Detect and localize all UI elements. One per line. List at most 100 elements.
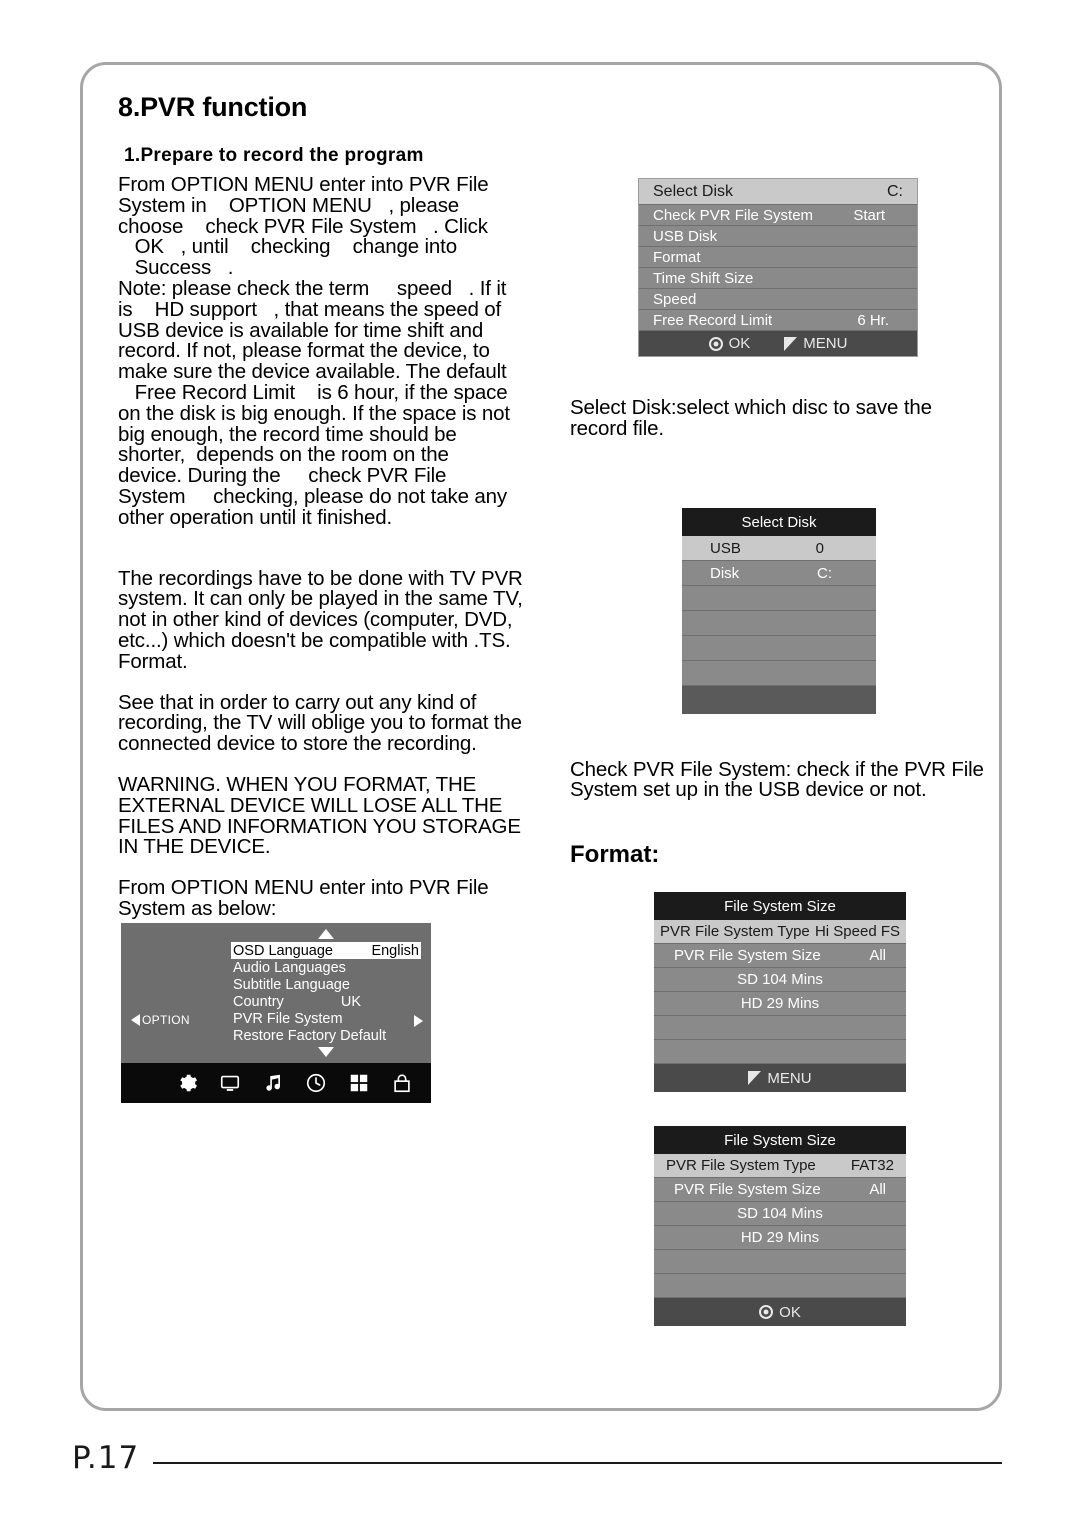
fss-row-sd-duration: SD 104 Mins — [654, 968, 906, 992]
page-title: 8.PVR function — [118, 92, 308, 122]
fss-panel-footer: OK — [654, 1298, 906, 1326]
osd-menu-item-pvr-file-system[interactable]: PVR File System — [231, 1010, 421, 1027]
row-label: Disk — [710, 564, 740, 582]
pvr-panel-footer: OK MENU — [639, 331, 917, 356]
pvr-panel-row-free-record-limit[interactable]: Free Record Limit 6 Hr. — [639, 310, 917, 331]
paragraph-recordings: The recordings have to be done with TV P… — [118, 566, 523, 673]
row-label: USB Disk — [653, 227, 718, 245]
osd-menu-item-audio-languages[interactable]: Audio Languages — [231, 959, 421, 976]
select-disk-popup-title: Select Disk — [682, 508, 876, 536]
fss-row-file-system-type[interactable]: PVR File System Type FAT32 — [654, 1154, 906, 1178]
row-label: HD 29 Mins — [740, 1229, 820, 1246]
fss-row-sd-duration: SD 104 Mins — [654, 1202, 906, 1226]
osd-option-tag: OPTION — [131, 1013, 190, 1027]
ok-button-label: OK — [779, 1303, 801, 1321]
pvr-file-system-panel: Select Disk C: Check PVR File System Sta… — [638, 178, 918, 357]
row-label: USB — [710, 539, 741, 557]
row-value: FAT32 — [850, 1157, 894, 1174]
row-value: 0 — [815, 539, 824, 557]
osd-menu-item-value: UK — [340, 993, 361, 1010]
lock-icon[interactable] — [390, 1071, 414, 1095]
osd-menu-item-country[interactable]: Country UK — [231, 993, 421, 1010]
osd-option-tag-label: OPTION — [142, 1013, 190, 1027]
select-disk-row-empty[interactable] — [682, 636, 876, 661]
row-value: All — [869, 947, 886, 964]
row-label: PVR File System Size — [674, 947, 821, 964]
row-label: PVR File System Type — [660, 923, 810, 940]
paragraph-format-oblige: See that in order to carry out any kind … — [118, 690, 522, 756]
select-disk-row-empty[interactable] — [682, 586, 876, 611]
row-label: Time Shift Size — [653, 269, 754, 287]
row-label: SD 104 Mins — [737, 971, 823, 988]
menu-button[interactable]: MENU — [784, 335, 847, 352]
fss-row-empty — [654, 1040, 906, 1064]
select-disk-row-empty[interactable] — [682, 611, 876, 636]
caret-down-icon — [318, 1047, 334, 1057]
monitor-icon[interactable] — [218, 1071, 242, 1095]
gear-icon[interactable] — [175, 1071, 199, 1095]
osd-icon-bar — [121, 1063, 431, 1103]
osd-menu-list: OSD Language English Audio Languages Sub… — [231, 929, 421, 1057]
select-disk-popup-footer — [682, 686, 876, 714]
caret-up-icon — [318, 929, 334, 939]
pvr-panel-header-value: C: — [887, 182, 903, 200]
pvr-panel-row-check-pvr-file-system[interactable]: Check PVR File System Start — [639, 205, 917, 226]
row-label: PVR File System Type — [666, 1157, 816, 1174]
page-number: P.17 — [72, 1440, 140, 1476]
left-column: 8.PVR function 1.Prepare to record the p… — [118, 92, 538, 920]
osd-menu-item-label: Subtitle Language — [233, 976, 350, 993]
pvr-panel-row-usb-disk[interactable]: USB Disk — [639, 226, 917, 247]
caption-select-disk: Select Disk:select which disc to save th… — [570, 396, 932, 440]
subsection-title: 1.Prepare to record the program — [124, 145, 424, 166]
row-label: Check PVR File System — [653, 206, 814, 224]
row-label: Speed — [653, 290, 697, 308]
osd-menu-item-label: PVR File System — [233, 1010, 343, 1027]
osd-menu-item-osd-language[interactable]: OSD Language English — [231, 942, 421, 959]
ok-icon — [759, 1305, 774, 1319]
fss-row-file-system-type[interactable]: PVR File System Type Hi Speed FS — [654, 920, 906, 944]
select-disk-popup: Select Disk USB 0 Disk C: — [682, 508, 876, 714]
row-label: SD 104 Mins — [737, 1205, 823, 1222]
pvr-panel-row-speed[interactable]: Speed — [639, 289, 917, 310]
fss-row-file-system-size[interactable]: PVR File System Size All — [654, 944, 906, 968]
fss-panel-footer: MENU — [654, 1064, 906, 1092]
select-disk-row-empty[interactable] — [682, 661, 876, 686]
select-disk-row-disk[interactable]: Disk C: — [682, 561, 876, 586]
fss-row-empty — [654, 1016, 906, 1040]
ok-button[interactable]: OK — [759, 1304, 801, 1321]
menu-button-label: MENU — [767, 1069, 812, 1087]
ok-button[interactable]: OK — [708, 335, 750, 352]
fss-row-hd-duration: HD 29 Mins — [654, 992, 906, 1016]
fss-row-empty — [654, 1250, 906, 1274]
pvr-panel-header-select-disk[interactable]: Select Disk C: — [639, 179, 917, 205]
row-label: Format — [653, 248, 701, 266]
select-disk-row-usb[interactable]: USB 0 — [682, 536, 876, 561]
caption-check-pvr-file-system: Check PVR File System: check if the PVR … — [570, 757, 984, 802]
music-note-icon[interactable] — [261, 1071, 285, 1095]
chevron-left-icon — [131, 1014, 140, 1026]
fss-row-hd-duration: HD 29 Mins — [654, 1226, 906, 1250]
paragraph-from-option-menu: From OPTION MENU enter into PVR File Sys… — [118, 876, 489, 920]
osd-menu-item-label: Restore Factory Default — [233, 1027, 387, 1044]
fss-row-empty — [654, 1274, 906, 1298]
row-value: 6 Hr. — [857, 311, 889, 329]
clock-icon[interactable] — [304, 1071, 328, 1095]
panel-title: File System Size — [654, 1126, 906, 1154]
pvr-panel-row-format[interactable]: Format — [639, 247, 917, 268]
osd-menu-item-label: OSD Language — [233, 942, 333, 959]
file-system-size-panel-fat32: File System Size PVR File System Type FA… — [654, 1126, 906, 1326]
pvr-panel-row-time-shift-size[interactable]: Time Shift Size — [639, 268, 917, 289]
row-label: Free Record Limit — [653, 311, 773, 329]
paragraph-warning: WARNING. WHEN YOU FORMAT, THE EXTERNAL D… — [118, 772, 521, 859]
menu-button[interactable]: MENU — [748, 1069, 812, 1087]
osd-menu-item-value: English — [371, 942, 419, 959]
osd-menu-item-subtitle-language[interactable]: Subtitle Language — [231, 976, 421, 993]
row-value: Hi Speed FS — [814, 923, 900, 940]
osd-menu-item-label: Audio Languages — [233, 959, 346, 976]
row-value: C: — [817, 564, 832, 582]
grid-icon[interactable] — [347, 1071, 371, 1095]
ok-icon — [708, 336, 723, 351]
osd-menu-item-restore-factory-default[interactable]: Restore Factory Default — [231, 1027, 421, 1044]
fss-row-file-system-size[interactable]: PVR File System Size All — [654, 1178, 906, 1202]
paragraph-intro: From OPTION MENU enter into PVR File Sys… — [118, 173, 510, 529]
